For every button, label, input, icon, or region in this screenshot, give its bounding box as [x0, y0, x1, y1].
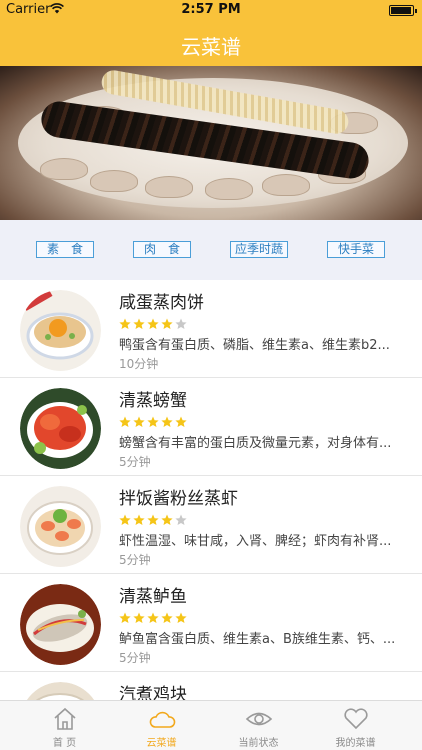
status-bar: Carrier 2:57 PM — [0, 0, 422, 20]
star-icon — [119, 612, 131, 624]
star-rating — [119, 413, 189, 427]
recipe-name: 汽煮鸡块 — [119, 685, 187, 700]
recipe-description: 鲈鱼富含蛋白质、维生素a、B族维生素、钙、... — [119, 632, 396, 647]
recipe-description: 虾性温湿、味甘咸，入肾、脾经；虾肉有补肾... — [119, 534, 392, 549]
star-icon — [161, 612, 173, 624]
tab-home[interactable]: 首 页 — [12, 701, 117, 750]
recipe-name: 清蒸鲈鱼 — [119, 587, 187, 607]
category-button-meat[interactable]: 肉 食 — [133, 241, 191, 258]
star-icon — [161, 318, 173, 330]
tab-cloud-recipes[interactable]: 云菜谱 — [109, 701, 214, 750]
category-button-vegetarian[interactable]: 素 食 — [36, 241, 94, 258]
star-icon — [133, 318, 145, 330]
banner-shrimp — [40, 158, 88, 180]
recipe-list[interactable]: 咸蛋蒸肉饼 鸭蛋含有蛋白质、磷脂、维生素a、维生素b2... 10分钟 清蒸螃蟹… — [0, 280, 422, 700]
recipe-thumbnail — [20, 486, 101, 567]
star-icon — [133, 612, 145, 624]
recipe-cook-time: 5分钟 — [119, 553, 151, 567]
star-rating — [119, 609, 189, 623]
battery-icon — [389, 5, 417, 16]
recipe-name: 清蒸螃蟹 — [119, 391, 187, 411]
heart-icon — [342, 707, 370, 731]
star-rating — [119, 315, 189, 329]
star-icon — [133, 416, 145, 428]
star-icon — [175, 416, 187, 428]
recipe-thumbnail — [20, 682, 101, 700]
tab-label: 当前状态 — [238, 738, 279, 749]
tab-label: 首 页 — [52, 738, 77, 749]
banner-shrimp — [262, 174, 310, 196]
home-icon — [51, 707, 79, 731]
banner-shrimp — [90, 170, 138, 192]
recipe-thumbnail — [20, 388, 101, 469]
star-icon — [161, 514, 173, 526]
recipe-description: 螃蟹含有丰富的蛋白质及微量元素，对身体有... — [119, 436, 392, 451]
tab-my-recipes[interactable]: 我的菜谱 — [303, 701, 408, 750]
star-icon — [147, 514, 159, 526]
recipe-thumbnail — [20, 290, 101, 371]
star-icon — [119, 416, 131, 428]
recipe-row[interactable]: 咸蛋蒸肉饼 鸭蛋含有蛋白质、磷脂、维生素a、维生素b2... 10分钟 — [0, 280, 422, 378]
recipe-row[interactable]: 清蒸螃蟹 螃蟹含有丰富的蛋白质及微量元素，对身体有... 5分钟 — [0, 378, 422, 476]
banner-shrimp — [205, 178, 253, 200]
star-icon — [147, 612, 159, 624]
tab-current-status[interactable]: 当前状态 — [206, 701, 311, 750]
recipe-cook-time: 5分钟 — [119, 651, 151, 665]
banner-image[interactable] — [0, 66, 422, 220]
recipe-name: 拌饭酱粉丝蒸虾 — [119, 489, 238, 509]
star-icon — [175, 318, 187, 330]
star-icon — [161, 416, 173, 428]
category-bar: 素 食 肉 食 应季时蔬 快手菜 — [0, 220, 422, 280]
page-title: 云菜谱 — [181, 35, 241, 59]
category-button-quick[interactable]: 快手菜 — [327, 241, 385, 258]
banner-shrimp — [145, 176, 193, 198]
star-icon — [119, 514, 131, 526]
recipe-row[interactable]: 清蒸鲈鱼 鲈鱼富含蛋白质、维生素a、B族维生素、钙、... 5分钟 — [0, 574, 422, 672]
recipe-thumbnail — [20, 584, 101, 665]
tab-label: 云菜谱 — [146, 738, 177, 749]
star-icon — [175, 612, 187, 624]
recipe-row[interactable]: 汽煮鸡块 — [0, 672, 422, 700]
eye-icon — [245, 707, 273, 731]
recipe-row[interactable]: 拌饭酱粉丝蒸虾 虾性温湿、味甘咸，入肾、脾经；虾肉有补肾... 5分钟 — [0, 476, 422, 574]
star-icon — [147, 318, 159, 330]
category-button-seasonal[interactable]: 应季时蔬 — [230, 241, 288, 258]
star-icon — [147, 416, 159, 428]
cloud-icon — [148, 707, 176, 731]
star-rating — [119, 511, 189, 525]
recipe-name: 咸蛋蒸肉饼 — [119, 293, 204, 313]
star-icon — [175, 514, 187, 526]
star-icon — [119, 318, 131, 330]
star-icon — [133, 514, 145, 526]
recipe-cook-time: 5分钟 — [119, 455, 151, 469]
nav-bar: 云菜谱 — [0, 20, 422, 66]
status-time: 2:57 PM — [181, 2, 241, 17]
tab-label: 我的菜谱 — [335, 738, 376, 749]
recipe-description: 鸭蛋含有蛋白质、磷脂、维生素a、维生素b2... — [119, 338, 390, 353]
recipe-cook-time: 10分钟 — [119, 357, 159, 371]
tab-bar: 首 页 云菜谱 当前状态 我的菜谱 — [0, 700, 422, 750]
